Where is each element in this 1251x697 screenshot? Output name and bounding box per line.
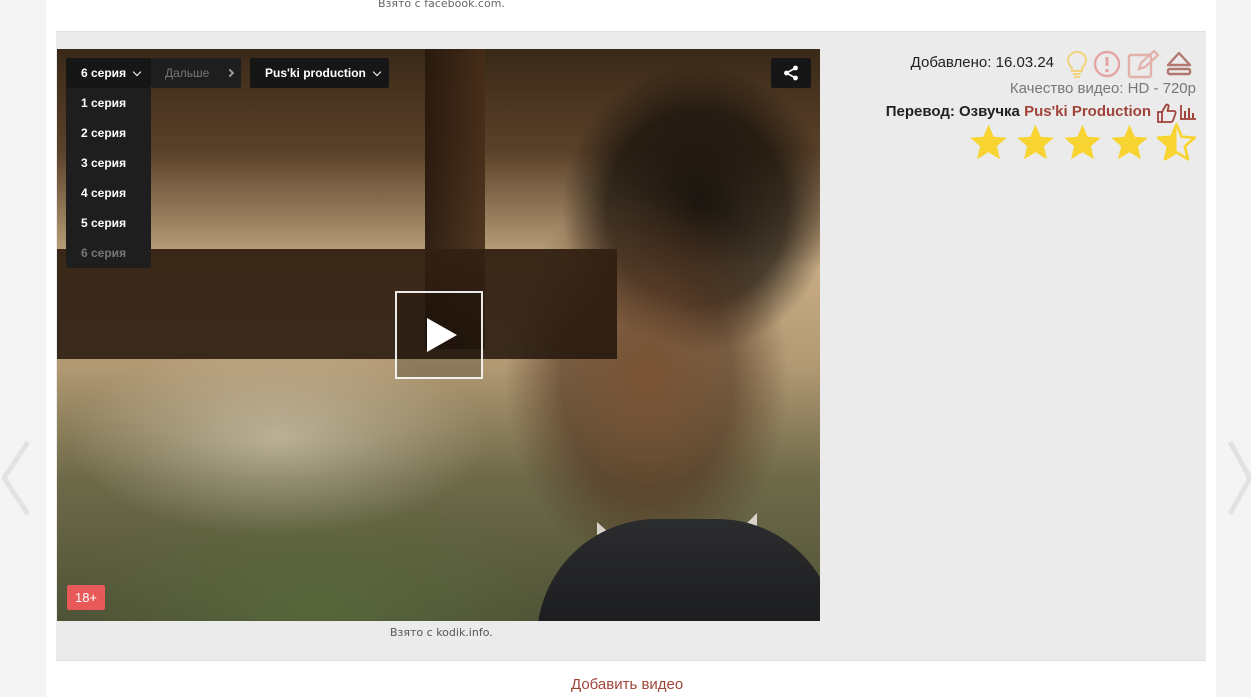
chevron-right-icon	[226, 68, 235, 78]
warning-icon[interactable]	[1093, 50, 1121, 78]
play-icon	[427, 318, 457, 352]
star-icon[interactable]	[1015, 122, 1056, 163]
video-quality: Качество видео: HD - 720p	[1009, 80, 1196, 97]
episode-option[interactable]: 3 серия	[66, 148, 151, 178]
next-episode-button[interactable]: Дальше	[151, 58, 241, 88]
episode-option[interactable]: 2 серия	[66, 118, 151, 148]
next-arrow-icon[interactable]	[1226, 440, 1251, 516]
episode-option[interactable]: 4 серия	[66, 178, 151, 208]
share-icon	[784, 65, 798, 81]
episode-select-label: 6 серия	[81, 66, 127, 80]
translation-info: Перевод: Озвучка Pus'ki Production	[886, 103, 1151, 120]
eject-icon[interactable]	[1165, 50, 1193, 78]
prev-arrow-icon[interactable]	[0, 440, 32, 516]
divider	[56, 660, 1206, 661]
next-episode-label: Дальше	[165, 66, 210, 80]
star-icon[interactable]	[968, 122, 1009, 163]
play-button[interactable]	[395, 291, 483, 379]
lightbulb-icon[interactable]	[1066, 50, 1088, 78]
episode-option[interactable]: 1 серия	[66, 88, 151, 118]
chevron-down-icon	[372, 67, 382, 76]
chevron-down-icon	[132, 67, 142, 76]
previous-source-caption: Взято с facebook.com.	[378, 0, 505, 10]
share-button[interactable]	[771, 58, 811, 88]
rating-stars[interactable]	[968, 122, 1197, 163]
episode-dropdown-menu: 1 серия 2 серия 3 серия 4 серия 5 серия …	[66, 88, 151, 268]
edit-icon[interactable]	[1127, 49, 1159, 79]
episode-select[interactable]: 6 серия	[66, 58, 151, 88]
thumbs-up-icon[interactable]	[1156, 103, 1177, 123]
episode-option[interactable]: 5 серия	[66, 208, 151, 238]
voice-select-label: Pus'ki production	[265, 66, 366, 80]
star-icon[interactable]	[1062, 122, 1103, 163]
translation-prefix: Перевод: Озвучка	[885, 103, 1020, 120]
voice-select[interactable]: Pus'ki production	[250, 58, 389, 88]
translation-studio-link[interactable]: Pus'ki Production	[1024, 103, 1151, 120]
added-date: Добавлено: 16.03.24	[910, 54, 1054, 71]
half-star-icon[interactable]	[1156, 122, 1197, 163]
add-video-link[interactable]: Добавить видео	[571, 676, 683, 693]
bar-chart-icon[interactable]	[1180, 105, 1196, 120]
episode-option-current[interactable]: 6 серия	[66, 238, 151, 268]
scene-suit	[537, 519, 820, 621]
player-source-caption: Взято с kodik.info.	[390, 626, 493, 639]
star-icon[interactable]	[1109, 122, 1150, 163]
age-rating-badge: 18+	[67, 585, 105, 610]
